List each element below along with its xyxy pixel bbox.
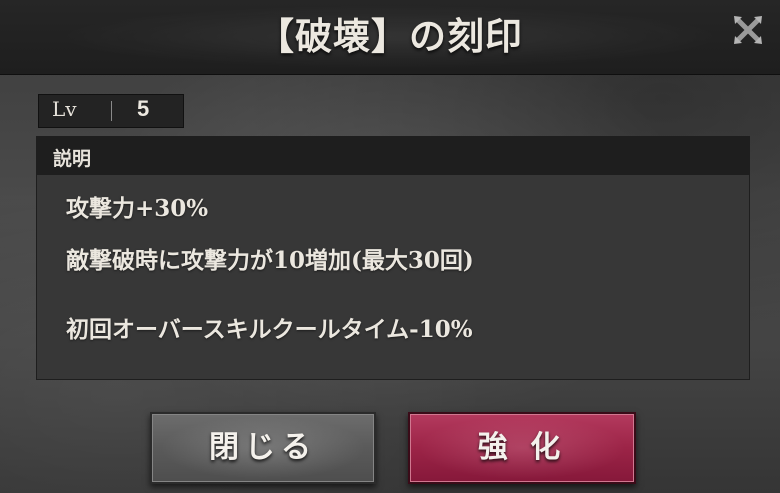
description-line-overskill-cooldown: 初回オーバースキルクールタイム-10%: [66, 316, 473, 343]
level-label: Lv: [52, 97, 77, 121]
description-panel: 説明 攻撃力+30% 敵撃破時に攻撃力が10増加(最大30回) 初回オーバースキ…: [36, 136, 750, 380]
level-value: 5: [137, 96, 150, 121]
dialog-title: 【破壊】の刻印: [257, 14, 523, 58]
title-bar: 【破壊】の刻印: [0, 0, 780, 75]
description-line-kill-bonus: 敵撃破時に攻撃力が10増加(最大30回): [66, 247, 474, 274]
close-dialog-button-label: 閉じる: [209, 430, 317, 465]
enhance-button-label: 強 化: [477, 430, 567, 465]
level-box: Lv 5: [38, 94, 184, 128]
description-header: 説明: [37, 137, 749, 175]
enhance-button[interactable]: 強 化: [408, 412, 636, 484]
description-header-label: 説明: [53, 148, 92, 170]
description-line-attack: 攻撃力+30%: [66, 195, 209, 222]
close-icon: [734, 16, 762, 44]
close-dialog-button[interactable]: 閉じる: [150, 412, 376, 484]
engraving-dialog: 【破壊】の刻印 Lv 5 説明 攻撃力+30% 敵撃破時に攻撃力が10増加(最大…: [0, 0, 780, 493]
level-divider: [111, 101, 112, 121]
close-button[interactable]: [726, 8, 770, 52]
